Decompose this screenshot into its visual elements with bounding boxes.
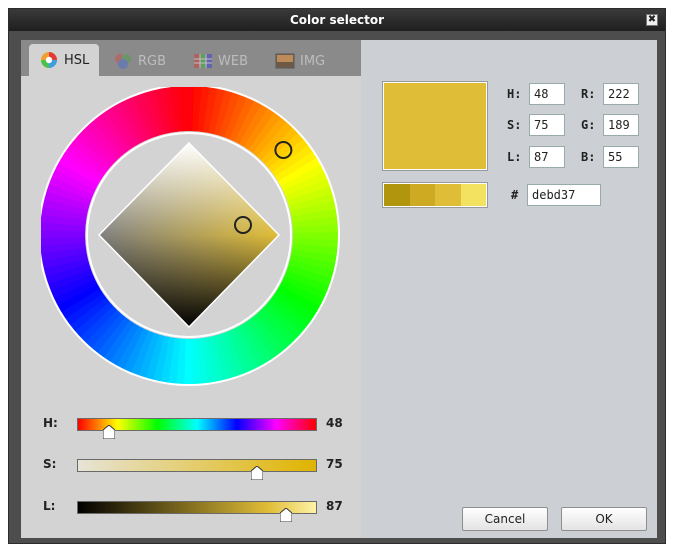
lightness-slider-value: 87 bbox=[326, 499, 343, 513]
l-field-label: L: bbox=[507, 150, 522, 164]
tab-label-img: IMG bbox=[300, 53, 326, 69]
web-grid-icon bbox=[194, 54, 212, 68]
tab-bar: HSL RGB WEB IMG bbox=[21, 40, 361, 76]
tab-img[interactable]: IMG bbox=[275, 46, 325, 76]
g-field[interactable]: 189 bbox=[603, 114, 639, 136]
ok-button[interactable]: OK bbox=[561, 507, 647, 531]
hsl-wheel-icon bbox=[41, 52, 57, 68]
saturation-slider-label: S: bbox=[43, 457, 57, 471]
close-icon[interactable]: ✖ bbox=[646, 14, 658, 26]
shade-swatch[interactable] bbox=[409, 184, 435, 206]
h-field[interactable]: 48 bbox=[529, 83, 565, 105]
picker-panel: HSL RGB WEB IMG H: 48 S: 75 L: 87 bbox=[21, 40, 361, 538]
lightness-slider-label: L: bbox=[43, 499, 56, 513]
tab-label-hsl: HSL bbox=[64, 52, 90, 68]
g-field-label: G: bbox=[581, 118, 596, 132]
lightness-slider-thumb[interactable] bbox=[279, 508, 292, 522]
r-field[interactable]: 222 bbox=[603, 83, 639, 105]
lightness-slider-row: L: 87 bbox=[21, 496, 361, 522]
saturation-slider-value: 75 bbox=[326, 457, 343, 471]
hex-field[interactable]: debd37 bbox=[527, 184, 601, 206]
values-panel: H: 48 S: 75 L: 87 R: 222 G: 189 B: 55 # … bbox=[361, 40, 657, 538]
window-title: Color selector bbox=[289, 13, 385, 27]
b-field[interactable]: 55 bbox=[603, 146, 639, 168]
title-bar[interactable]: Color selector ✖ bbox=[9, 9, 665, 31]
tab-web[interactable]: WEB bbox=[193, 46, 248, 76]
selected-color-swatch bbox=[383, 82, 487, 170]
h-field-label: H: bbox=[507, 87, 522, 101]
s-field[interactable]: 75 bbox=[529, 114, 565, 136]
r-field-label: R: bbox=[581, 87, 596, 101]
hue-slider-thumb[interactable] bbox=[102, 425, 115, 439]
l-field[interactable]: 87 bbox=[529, 146, 565, 168]
color-selector-window: Color selector ✖ HSL RGB WEB IMG H: 48 S… bbox=[8, 8, 666, 544]
saturation-slider-track[interactable] bbox=[77, 459, 317, 472]
saturation-slider-row: S: 75 bbox=[21, 454, 361, 480]
shade-swatch[interactable] bbox=[435, 184, 461, 206]
b-field-label: B: bbox=[581, 150, 596, 164]
saturation-slider-thumb[interactable] bbox=[251, 466, 263, 480]
shade-strip bbox=[383, 183, 487, 207]
s-field-label: S: bbox=[507, 118, 522, 132]
image-icon bbox=[275, 53, 295, 69]
tab-rgb[interactable]: RGB bbox=[113, 46, 166, 76]
shade-swatch[interactable] bbox=[460, 184, 486, 206]
cancel-button[interactable]: Cancel bbox=[462, 507, 548, 531]
tab-label-rgb: RGB bbox=[138, 53, 167, 69]
hue-slider-label: H: bbox=[43, 416, 58, 430]
tab-hsl[interactable]: HSL bbox=[29, 44, 100, 76]
shade-swatch[interactable] bbox=[384, 184, 410, 206]
tab-label-web: WEB bbox=[218, 53, 248, 69]
hue-slider-row: H: 48 bbox=[21, 413, 361, 439]
hue-slider-value: 48 bbox=[326, 416, 343, 430]
hue-wheel[interactable] bbox=[41, 87, 341, 387]
rgb-circles-icon bbox=[115, 54, 131, 69]
hex-field-label: # bbox=[511, 188, 519, 202]
